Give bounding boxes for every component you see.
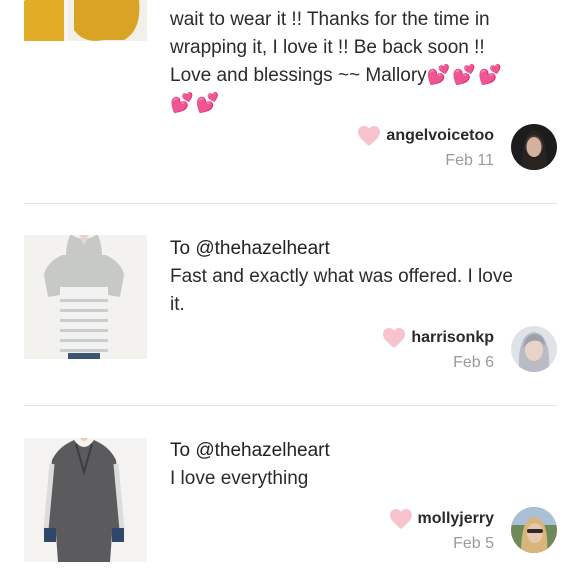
username-link[interactable]: mollyjerry [418, 510, 494, 528]
product-thumbnail[interactable] [24, 438, 147, 562]
review-date: Feb 5 [453, 535, 494, 552]
two-hearts-emoji: 💕💕 [170, 93, 222, 114]
recipient-line: To @thehazelheart [170, 440, 330, 461]
avatar[interactable] [511, 326, 557, 372]
avatar[interactable] [511, 124, 557, 170]
review-text-line: I love everything [170, 468, 309, 489]
product-thumbnail[interactable] [24, 235, 147, 359]
username-link[interactable]: harrisonkp [411, 329, 494, 347]
review-date: Feb 6 [453, 354, 494, 371]
review-meta: harrisonkp Feb 6 [382, 326, 494, 372]
review-meta: mollyjerry Feb 5 [389, 507, 494, 553]
username-link[interactable]: angelvoicetoo [386, 127, 494, 145]
heart-icon[interactable] [357, 125, 381, 147]
review-date: Feb 11 [445, 152, 494, 169]
review-text-line: wrapping it, I love it !! Be back soon !… [170, 37, 485, 58]
review-text-line: wait to wear it !! Thanks for the time i… [170, 9, 490, 30]
review-item: To @thehazelheart Fast and exactly what … [0, 204, 580, 405]
review-item: To @thehazelheart I love everything moll… [0, 406, 580, 580]
review-item: wait to wear it !! Thanks for the time i… [0, 0, 580, 203]
recipient-line: To @thehazelheart [170, 238, 330, 259]
heart-icon[interactable] [382, 327, 406, 349]
product-thumbnail[interactable] [24, 0, 147, 44]
review-text-line: it. [170, 294, 185, 315]
review-text-line: Love and blessings ~~ Mallory [170, 65, 427, 86]
review-text-line: Fast and exactly what was offered. I lov… [170, 266, 513, 287]
avatar[interactable] [511, 507, 557, 553]
heart-icon[interactable] [389, 508, 413, 530]
review-meta: angelvoicetoo Feb 11 [357, 124, 494, 170]
review-feed: wait to wear it !! Thanks for the time i… [0, 0, 580, 580]
two-hearts-emoji: 💕💕💕 [426, 65, 504, 86]
